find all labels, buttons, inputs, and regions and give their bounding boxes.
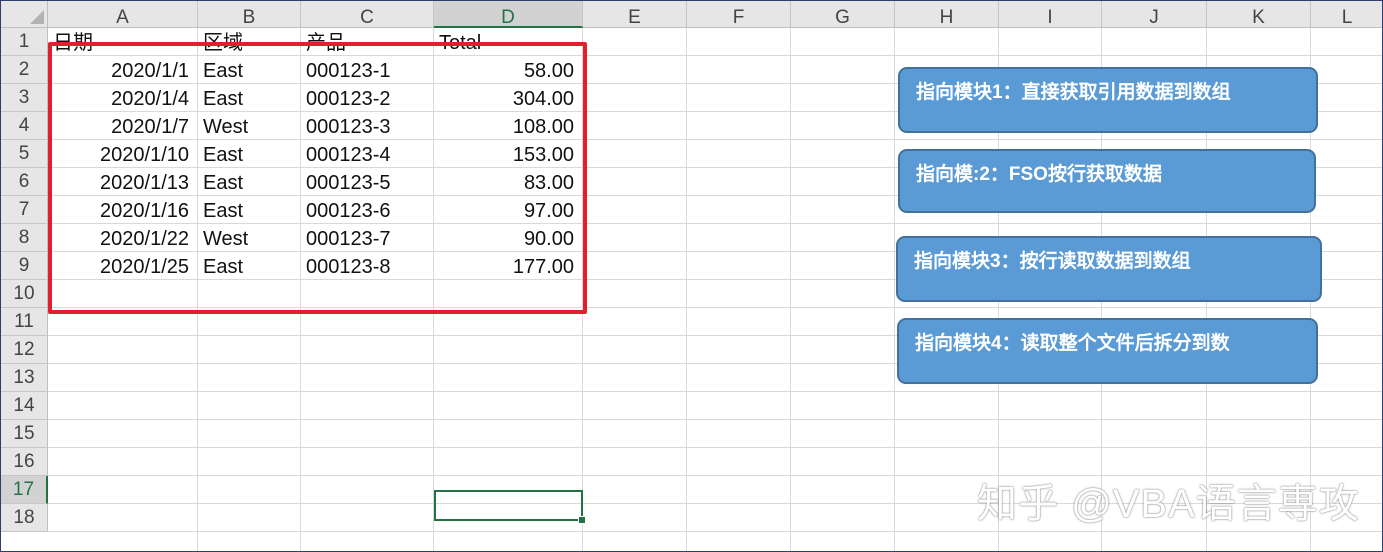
fill-handle[interactable] bbox=[578, 516, 586, 524]
column-header-e[interactable]: E bbox=[583, 1, 687, 28]
row-header-3[interactable]: 3 bbox=[1, 84, 48, 112]
gridline-horizontal bbox=[48, 391, 1382, 392]
gridline-horizontal bbox=[48, 419, 1382, 420]
button-module-2[interactable]: 指向模:2：FSO按行获取数据 bbox=[898, 149, 1316, 213]
watermark: 知乎 @VBA语言専攻 bbox=[977, 482, 1360, 526]
gridline-horizontal bbox=[48, 447, 1382, 448]
highlight-box bbox=[48, 42, 587, 314]
gridline-vertical bbox=[686, 28, 687, 551]
button-module-1[interactable]: 指向模块1：直接获取引用数据到数组 bbox=[898, 67, 1318, 133]
column-header-c[interactable]: C bbox=[301, 1, 434, 28]
row-header-13[interactable]: 13 bbox=[1, 364, 48, 392]
column-header-b[interactable]: B bbox=[198, 1, 301, 28]
row-header-11[interactable]: 11 bbox=[1, 308, 48, 336]
column-header-k[interactable]: K bbox=[1207, 1, 1311, 28]
gridline-horizontal bbox=[48, 531, 1382, 532]
row-header-15[interactable]: 15 bbox=[1, 420, 48, 448]
column-header-j[interactable]: J bbox=[1102, 1, 1207, 28]
active-cell-D17[interactable] bbox=[434, 490, 583, 521]
row-header-16[interactable]: 16 bbox=[1, 448, 48, 476]
row-header-7[interactable]: 7 bbox=[1, 196, 48, 224]
row-header-14[interactable]: 14 bbox=[1, 392, 48, 420]
row-header-12[interactable]: 12 bbox=[1, 336, 48, 364]
gridline-vertical bbox=[894, 28, 895, 551]
select-all-corner[interactable] bbox=[1, 1, 48, 28]
row-header-1[interactable]: 1 bbox=[1, 28, 48, 56]
spreadsheet-window: ABCDEFGHIJKL 1 2 3 4 5 6 7 8 9 10 11 12 13 14 15 16 17 18… bbox=[0, 0, 1383, 552]
column-header-a[interactable]: A bbox=[48, 1, 198, 28]
row-header-9[interactable]: 9 bbox=[1, 252, 48, 280]
column-header-i[interactable]: I bbox=[999, 1, 1102, 28]
column-header-g[interactable]: G bbox=[791, 1, 895, 28]
row-header-2[interactable]: 2 bbox=[1, 56, 48, 84]
row-header-4[interactable]: 4 bbox=[1, 112, 48, 140]
gridline-vertical bbox=[790, 28, 791, 551]
column-header-h[interactable]: H bbox=[895, 1, 999, 28]
row-header-10[interactable]: 10 bbox=[1, 280, 48, 308]
column-header-d[interactable]: D bbox=[434, 1, 583, 28]
row-header-5[interactable]: 5 bbox=[1, 140, 48, 168]
row-header-18[interactable]: 18 bbox=[1, 504, 48, 532]
column-header-l[interactable]: L bbox=[1311, 1, 1382, 28]
select-all-triangle-icon bbox=[30, 10, 44, 24]
button-module-4[interactable]: 指向模块4：读取整个文件后拆分到数 bbox=[897, 318, 1318, 384]
row-header-8[interactable]: 8 bbox=[1, 224, 48, 252]
button-module-3[interactable]: 指向模块3：按行读取数据到数组 bbox=[896, 236, 1322, 302]
column-header-f[interactable]: F bbox=[687, 1, 791, 28]
row-header-6[interactable]: 6 bbox=[1, 168, 48, 196]
row-header-17[interactable]: 17 bbox=[1, 476, 48, 504]
